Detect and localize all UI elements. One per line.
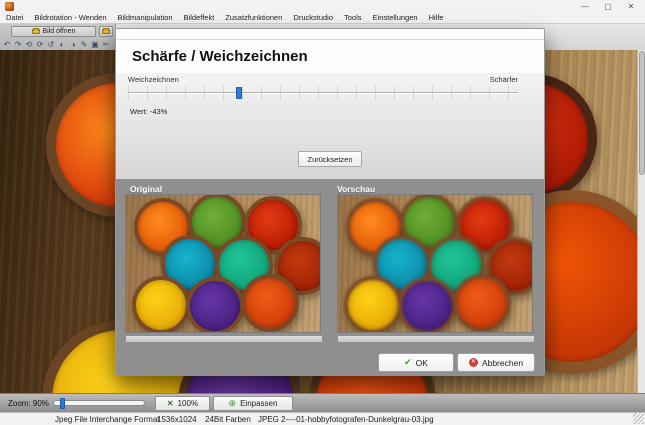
title-bar: — ▢ ✕ <box>0 0 645 12</box>
menu-item[interactable]: Bildrotation - Wenden <box>35 13 107 22</box>
original-preview-scrollbar[interactable] <box>125 335 323 343</box>
folder-icon <box>32 29 40 34</box>
fit-label: Einpassen <box>240 399 277 408</box>
reset-button[interactable]: Zurücksetzen <box>298 151 362 167</box>
close-button[interactable]: ✕ <box>625 1 637 12</box>
maximize-button[interactable]: ▢ <box>602 1 614 12</box>
vertical-scrollbar-thumb[interactable] <box>639 51 645 175</box>
cancel-icon: ✕ <box>469 358 478 367</box>
status-dimensions: 1536x1024 <box>157 415 197 424</box>
check-icon: ✔ <box>404 357 412 368</box>
ok-button[interactable]: ✔ OK <box>378 353 454 372</box>
rotate-180-icon[interactable]: ↺ <box>46 39 56 50</box>
open-image-button[interactable]: Bild öffnen <box>11 26 96 37</box>
menu-item[interactable]: Zusatzfunktionen <box>225 13 282 22</box>
fit-to-window-button[interactable]: ⊕ Einpassen <box>213 396 293 411</box>
spice-bowl <box>132 276 190 333</box>
status-bar: Jpeg File Interchange Format 1536x1024 2… <box>0 412 645 425</box>
menu-item[interactable]: Druckstudio <box>293 13 333 22</box>
status-filename: 2----01-hobbyfotografen-Dunkelgrau-03.jp… <box>281 415 434 424</box>
actual-size-label: 100% <box>178 399 198 408</box>
menu-item[interactable]: Einstellungen <box>373 13 418 22</box>
flip-horizontal-icon[interactable]: ◐ <box>57 39 67 50</box>
open-image-label: Bild öffnen <box>43 28 76 35</box>
spice-bowl <box>186 277 244 333</box>
open-recent-button[interactable] <box>99 26 113 37</box>
spice-bowl <box>398 277 456 333</box>
spice-bowl <box>453 274 511 332</box>
original-preview-image <box>126 195 320 332</box>
rotate-90-cw-icon[interactable]: ⟳ <box>35 39 45 50</box>
toolbar-cluster: Bild öffnen ↶↷⟲⟳↺◐◑✎▣✂ <box>0 24 116 52</box>
actual-size-icon: ✕ <box>167 399 174 408</box>
slider-right-label: Schärfer <box>490 75 518 84</box>
actual-size-button[interactable]: ✕ 100% <box>155 396 210 411</box>
status-color-depth: 24Bit Farben <box>205 415 251 424</box>
fit-icon: ⊕ <box>229 398 237 409</box>
dialog-header: Schärfe / Weichzeichnen <box>116 29 544 73</box>
zoom-slider[interactable] <box>53 400 145 406</box>
sharpen-slider[interactable] <box>128 86 518 100</box>
result-preview-image <box>338 195 532 332</box>
resize-grip[interactable] <box>633 413 644 424</box>
dialog-top-strip <box>116 29 544 40</box>
result-preview-scrollbar[interactable] <box>337 335 535 343</box>
original-label: Original <box>130 184 162 194</box>
status-file-type: JPEG <box>258 415 279 424</box>
spice-bowl <box>344 276 402 333</box>
menu-item[interactable]: Hilfe <box>429 13 444 22</box>
zoom-toolbar: Zoom: 90% ✕ 100% ⊕ Einpassen <box>0 393 645 412</box>
rotate-90-ccw-icon[interactable]: ⟲ <box>24 39 34 50</box>
cancel-button[interactable]: ✕ Abbrechen <box>457 353 535 372</box>
minimize-button[interactable]: — <box>579 1 591 12</box>
color-picker-icon[interactable]: ✎ <box>79 39 89 50</box>
menu-item[interactable]: Datei <box>6 13 24 22</box>
slider-track[interactable] <box>128 92 518 94</box>
result-preview[interactable] <box>337 194 533 333</box>
rotate-right-icon[interactable]: ↷ <box>13 39 23 50</box>
vertical-scrollbar[interactable] <box>637 50 645 393</box>
dialog-title: Schärfe / Weichzeichnen <box>132 48 308 65</box>
crop-icon[interactable]: ▣ <box>90 39 100 50</box>
sharpen-dialog: Schärfe / Weichzeichnen Weichzeichnen Sc… <box>115 28 545 375</box>
ok-label: OK <box>416 358 428 368</box>
scissors-icon[interactable]: ✂ <box>101 39 111 50</box>
folder-icon <box>102 29 110 34</box>
app-icon <box>5 2 14 11</box>
menu-item[interactable]: Bildmanipulation <box>118 13 173 22</box>
sharpen-slider-handle[interactable] <box>236 87 242 99</box>
slider-value-label: Wert: -43% <box>130 107 167 116</box>
original-preview[interactable] <box>125 194 321 333</box>
status-format: Jpeg File Interchange Format <box>55 415 160 424</box>
zoom-level-label: Zoom: 90% <box>8 399 49 408</box>
preview-label: Vorschau <box>337 184 375 194</box>
rotate-left-icon[interactable]: ↶ <box>2 39 12 50</box>
menu-item[interactable]: Tools <box>344 13 362 22</box>
menu-item[interactable]: Bildeffekt <box>184 13 215 22</box>
menu-bar: Datei Bildrotation - Wenden Bildmanipulati… <box>0 12 645 23</box>
flip-vertical-icon[interactable]: ◑ <box>68 39 78 50</box>
slider-left-label: Weichzeichnen <box>128 75 179 84</box>
dialog-body: Weichzeichnen Schärfer Wert: -43% Zurück… <box>116 73 544 179</box>
spice-bowl <box>241 274 299 332</box>
zoom-slider-handle[interactable] <box>60 398 65 409</box>
preview-section: Original Vorschau ✔ OK ✕ Abbrechen <box>116 179 544 376</box>
cancel-label: Abbrechen <box>482 358 523 368</box>
